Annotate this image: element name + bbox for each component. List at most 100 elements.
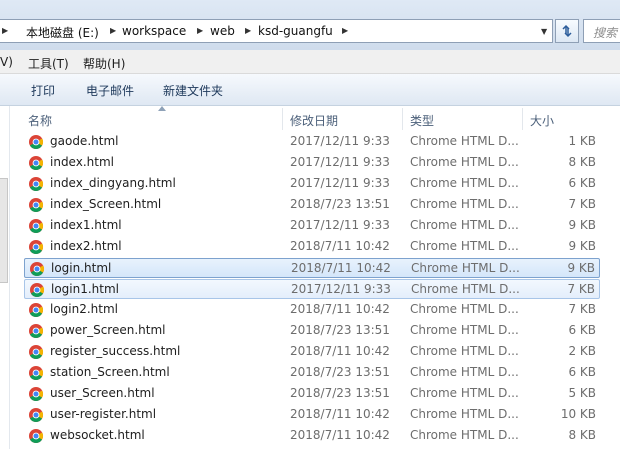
file-size: 9 KB [568,218,596,232]
file-type: Chrome HTML D... [411,261,520,275]
column-date[interactable]: 修改日期 [290,112,338,129]
file-type: Chrome HTML D... [410,239,519,253]
file-date: 2018/7/23 13:51 [290,323,390,337]
file-row[interactable]: index_Screen.html 2018/7/23 13:51 Chrome H… [24,195,600,215]
address-bar-region: ▶ 本地磁盘 (E:) ▶ workspace ▶ web ▶ ksd-guan… [0,0,620,50]
chrome-html-file-icon [29,135,43,149]
file-name: login2.html [50,302,119,316]
file-date: 2018/7/23 13:51 [290,386,390,400]
file-name: index2.html [50,239,122,253]
file-size: 6 KB [568,365,596,379]
menu-view[interactable]: V) [0,55,13,69]
file-size: 9 KB [567,261,595,275]
file-row[interactable]: station_Screen.html 2018/7/23 13:51 Chrome… [24,363,600,383]
file-size: 7 KB [568,197,596,211]
file-row[interactable]: power_Screen.html 2018/7/23 13:51 Chrome H… [24,321,600,341]
column-divider[interactable] [282,108,283,130]
column-size[interactable]: 大小 [530,112,554,129]
refresh-button[interactable] [555,19,579,43]
file-date: 2018/7/11 10:42 [291,261,391,275]
email-button[interactable]: 电子邮件 [86,82,134,99]
column-divider[interactable] [402,108,403,130]
breadcrumb-chevron-icon[interactable]: ▶ [342,26,348,35]
refresh-icon [562,24,572,38]
file-row[interactable]: login1.html 2017/12/11 9:33 Chrome HTML D.… [24,279,600,299]
file-size: 6 KB [568,176,596,190]
file-date: 2018/7/11 10:42 [290,302,390,316]
file-date: 2018/7/23 13:51 [290,365,390,379]
chrome-html-file-icon [29,366,43,380]
file-name: index.html [50,155,114,169]
chrome-html-file-icon [29,345,43,359]
file-type: Chrome HTML D... [410,134,519,148]
file-size: 10 KB [560,407,596,421]
chevron-down-icon[interactable]: ▼ [541,27,547,36]
file-row[interactable]: websocket.html 2018/7/11 10:42 Chrome HTML… [24,426,600,446]
search-input[interactable]: 搜索 [583,19,620,43]
file-date: 2018/7/23 13:51 [290,197,390,211]
menu-help[interactable]: 帮助(H) [83,55,125,72]
column-divider[interactable] [522,108,523,130]
file-type: Chrome HTML D... [410,155,519,169]
file-type: Chrome HTML D... [410,218,519,232]
file-row[interactable]: gaode.html 2017/12/11 9:33 Chrome HTML D..… [24,132,600,152]
chrome-html-file-icon [29,387,43,401]
file-name: websocket.html [50,428,145,442]
file-size: 8 KB [568,155,596,169]
file-name: station_Screen.html [50,365,170,379]
breadcrumb-chevron-icon[interactable]: ▶ [245,26,251,35]
file-name: index_dingyang.html [50,176,176,190]
file-size: 1 KB [568,134,596,148]
file-type: Chrome HTML D... [410,197,519,211]
print-button[interactable]: 打印 [31,82,55,99]
new-folder-button[interactable]: 新建文件夹 [163,82,223,99]
file-type: Chrome HTML D... [410,428,519,442]
file-size: 6 KB [568,323,596,337]
chrome-html-file-icon [30,283,44,297]
file-row[interactable]: index2.html 2018/7/11 10:42 Chrome HTML D.… [24,237,600,257]
breadcrumb-web[interactable]: web [210,24,235,38]
file-row[interactable]: index_dingyang.html 2017/12/11 9:33 Chrome… [24,174,600,194]
column-type[interactable]: 类型 [410,112,434,129]
file-row[interactable]: index.html 2017/12/11 9:33 Chrome HTML D..… [24,153,600,173]
breadcrumb-chevron-icon[interactable]: ▶ [197,26,203,35]
file-date: 2018/7/11 10:42 [290,239,390,253]
file-row[interactable]: index1.html 2017/12/11 9:33 Chrome HTML D.… [24,216,600,236]
chrome-html-file-icon [29,156,43,170]
sort-ascending-icon [158,106,166,111]
chrome-html-file-icon [30,262,44,276]
file-row[interactable]: register_success.html 2018/7/11 10:42 Chro… [24,342,600,362]
file-name: user_Screen.html [50,386,155,400]
menu-bar: V) 工具(T) 帮助(H) [0,50,620,74]
chrome-html-file-icon [29,198,43,212]
breadcrumb-local-disk[interactable]: 本地磁盘 (E:) [26,24,99,41]
file-date: 2017/12/11 9:33 [290,218,390,232]
file-type: Chrome HTML D... [411,282,520,296]
file-type: Chrome HTML D... [410,386,519,400]
breadcrumb-chevron-icon[interactable]: ▶ [2,26,8,35]
file-type: Chrome HTML D... [410,365,519,379]
breadcrumb-ksd-guangfu[interactable]: ksd-guangfu [258,24,333,38]
column-name[interactable]: 名称 [28,112,52,129]
breadcrumb-workspace[interactable]: workspace [122,24,186,38]
chrome-html-file-icon [29,240,43,254]
file-row[interactable]: login.html 2018/7/11 10:42 Chrome HTML D..… [24,258,600,278]
file-name: index1.html [50,218,122,232]
file-row[interactable]: user_Screen.html 2018/7/23 13:51 Chrome HT… [24,384,600,404]
file-row[interactable]: user-register.html 2018/7/11 10:42 Chrome … [24,405,600,425]
file-date: 2017/12/11 9:33 [291,282,391,296]
file-size: 2 KB [568,344,596,358]
file-row[interactable]: login2.html 2018/7/11 10:42 Chrome HTML D.… [24,300,600,320]
search-placeholder: 搜索 [593,26,618,40]
chrome-html-file-icon [29,408,43,422]
file-size: 5 KB [568,386,596,400]
file-name: login1.html [51,282,120,296]
file-date: 2017/12/11 9:33 [290,134,390,148]
breadcrumb-chevron-icon[interactable]: ▶ [110,26,116,35]
file-date: 2018/7/11 10:42 [290,344,390,358]
address-bar[interactable]: ▶ 本地磁盘 (E:) ▶ workspace ▶ web ▶ ksd-guan… [0,19,553,43]
file-list: gaode.html 2017/12/11 9:33 Chrome HTML D..… [0,132,620,449]
file-type: Chrome HTML D... [410,407,519,421]
menu-tools[interactable]: 工具(T) [28,55,69,72]
file-name: user-register.html [50,407,157,421]
